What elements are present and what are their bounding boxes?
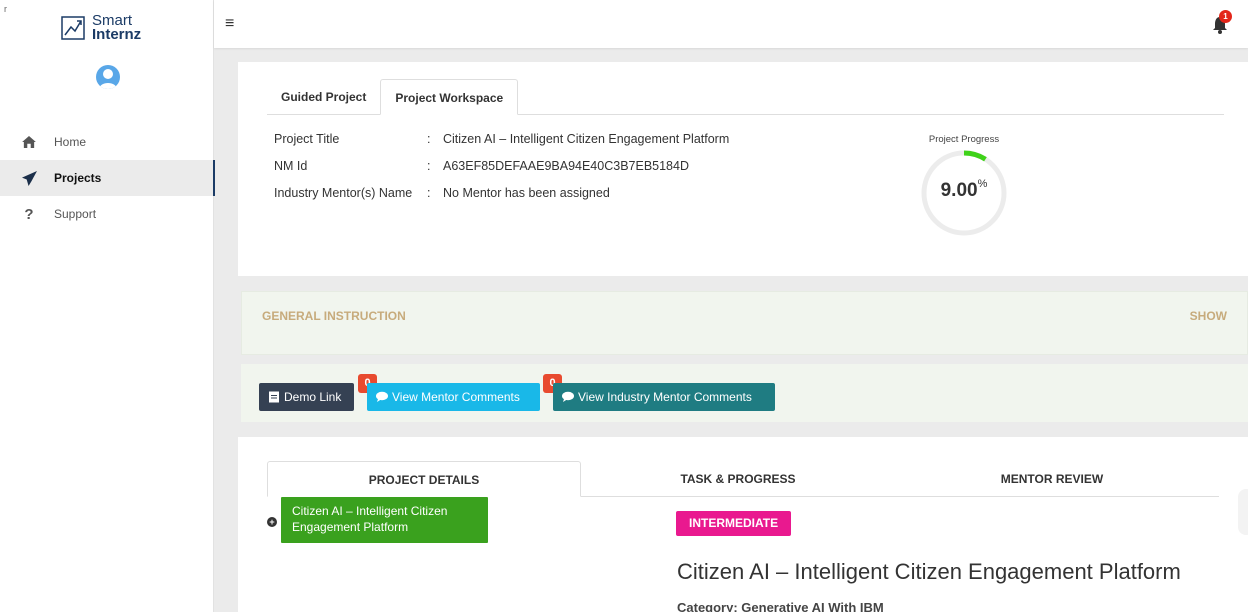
sidebar-nav: Home Projects ? Support (0, 124, 215, 232)
tab-project-workspace[interactable]: Project Workspace (380, 79, 519, 115)
smart-internz-logo[interactable]: Smart Internz (61, 13, 142, 43)
info-label: Industry Mentor(s) Name (274, 186, 413, 200)
show-instruction-link[interactable]: SHOW (1190, 309, 1227, 323)
info-value: Citizen AI – Intelligent Citizen Engagem… (443, 132, 730, 146)
info-separator: : (427, 186, 431, 200)
view-mentor-comments-button[interactable]: View Mentor Comments (367, 383, 540, 411)
info-separator: : (427, 132, 431, 146)
project-category: Category: Generative AI With IBM (677, 600, 884, 612)
view-industry-mentor-comments-label: View Industry Mentor Comments (578, 390, 752, 404)
tab-project-details[interactable]: PROJECT DETAILS (267, 461, 581, 497)
project-details-card: PROJECT DETAILS TASK & PROGRESS MENTOR R… (238, 437, 1248, 612)
side-scroll-handle[interactable] (1238, 489, 1248, 535)
details-tabs: PROJECT DETAILS TASK & PROGRESS MENTOR R… (267, 461, 1219, 497)
info-row-project-title: Project Title : Citizen AI – Intelligent… (274, 132, 729, 159)
difficulty-level-badge: INTERMEDIATE (676, 511, 792, 536)
general-instruction-panel: GENERAL INSTRUCTION SHOW (241, 291, 1248, 355)
project-progress: Project Progress 9.00% (920, 134, 1008, 237)
info-row-nm-id: NM Id : A63EF85DEFAAE9BA94E40C3B7EB5184D (274, 159, 729, 186)
project-tabs: Guided Project Project Workspace (267, 79, 1224, 115)
comment-icon (376, 391, 388, 402)
demo-link-button[interactable]: Demo Link (259, 383, 354, 411)
sidebar-item-label: Home (54, 135, 87, 149)
info-row-industry-mentor: Industry Mentor(s) Name : No Mentor has … (274, 186, 729, 213)
action-buttons-bar: Demo Link 0 View Mentor Comments 0 View … (241, 364, 1248, 422)
view-mentor-comments-label: View Mentor Comments (392, 390, 520, 404)
info-separator: : (427, 159, 431, 173)
expand-plus-icon[interactable]: + (267, 517, 277, 527)
corner-mark: r (4, 4, 7, 14)
tab-guided-project[interactable]: Guided Project (267, 79, 380, 115)
logo-icon (61, 16, 85, 40)
comment-icon (562, 391, 574, 402)
project-info-list: Project Title : Citizen AI – Intelligent… (274, 132, 729, 213)
home-icon (20, 134, 38, 150)
sidebar-item-projects[interactable]: Projects (0, 160, 215, 196)
avatar[interactable] (96, 65, 120, 89)
progress-title: Project Progress (928, 134, 1000, 145)
progress-value: 9.00% (940, 178, 988, 201)
progress-ring: 9.00% (920, 149, 1008, 237)
sidebar-item-label: Projects (54, 171, 102, 185)
general-instruction-title: GENERAL INSTRUCTION (262, 309, 406, 323)
view-industry-mentor-comments-button[interactable]: View Industry Mentor Comments (553, 383, 775, 411)
question-mark-icon: ? (24, 205, 34, 223)
user-icon (99, 69, 117, 89)
demo-link-label: Demo Link (284, 390, 342, 404)
project-heading: Citizen AI – Intelligent Citizen Engagem… (677, 559, 1181, 584)
project-tree-node[interactable]: Citizen AI – Intelligent Citizen Engagem… (281, 497, 488, 543)
info-label: Project Title (274, 132, 340, 146)
project-info-card: Guided Project Project Workspace Project… (238, 62, 1248, 276)
sidebar: r Smart Internz Home Projects ? Support (0, 0, 215, 612)
topbar: ≡ 1 (214, 0, 1248, 48)
tab-mentor-review[interactable]: MENTOR REVIEW (895, 461, 1209, 497)
sidebar-item-support[interactable]: ? Support (0, 196, 214, 232)
info-value: A63EF85DEFAAE9BA94E40C3B7EB5184D (443, 159, 689, 173)
info-value: No Mentor has been assigned (443, 186, 610, 200)
notification-count-badge: 1 (1219, 10, 1232, 23)
sidebar-item-home[interactable]: Home (0, 124, 214, 160)
tab-task-progress[interactable]: TASK & PROGRESS (581, 461, 895, 497)
logo-text-line2: Internz (92, 26, 142, 43)
progress-unit: % (977, 178, 988, 190)
notification-bell[interactable]: 1 (1212, 10, 1232, 34)
sidebar-item-label: Support (54, 207, 97, 221)
hamburger-menu-icon[interactable]: ≡ (225, 15, 234, 33)
file-icon (269, 391, 279, 403)
info-label: NM Id (274, 159, 308, 173)
paper-plane-icon (20, 170, 38, 186)
